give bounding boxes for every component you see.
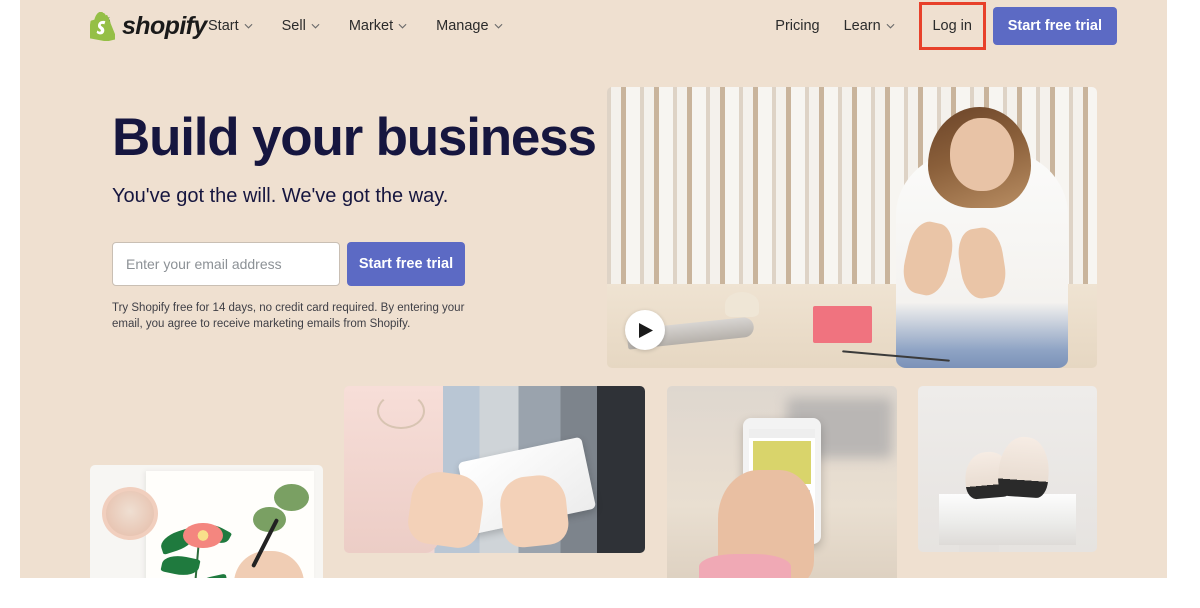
chevron-down-icon — [886, 23, 895, 29]
hero-section: Build your business You've got the will.… — [112, 108, 597, 333]
shopify-logo-link[interactable]: shopify — [90, 9, 207, 43]
chevron-down-icon — [398, 23, 407, 29]
gallery-image-content — [667, 386, 897, 578]
shopify-bag-logo-icon — [90, 11, 115, 41]
hero-video-thumbnail[interactable] — [607, 87, 1097, 368]
nav-item-pricing[interactable]: Pricing — [775, 18, 819, 34]
site-header: shopify Start Sell Market Manage Pricing… — [20, 0, 1167, 52]
nav-item-label: Manage — [436, 18, 489, 34]
browser-viewport: shopify Start Sell Market Manage Pricing… — [0, 0, 1200, 608]
gallery-image-tablet-clothing — [344, 386, 645, 553]
gallery-image-content — [90, 465, 323, 578]
nav-item-learn[interactable]: Learn — [844, 18, 895, 34]
play-button-icon[interactable] — [625, 310, 665, 350]
brand-wordmark: shopify — [122, 11, 207, 40]
page-canvas: shopify Start Sell Market Manage Pricing… — [20, 0, 1167, 578]
hero-video-image — [607, 87, 1097, 368]
nav-item-label: Pricing — [775, 18, 820, 34]
hero-start-free-trial-button[interactable]: Start free trial — [347, 241, 465, 286]
nav-item-market[interactable]: Market — [349, 18, 407, 34]
email-signup-form: Start free trial — [112, 241, 465, 286]
nav-item-label: Sell — [281, 18, 306, 34]
nav-item-label: Market — [348, 18, 394, 34]
nav-item-label: Start — [208, 18, 239, 34]
gallery-image-content — [344, 386, 645, 553]
header-start-free-trial-button[interactable]: Start free trial — [992, 7, 1117, 45]
gallery-image-content — [918, 386, 1097, 552]
login-link[interactable]: Log in — [932, 18, 972, 34]
email-input[interactable] — [112, 241, 340, 286]
gallery-image-sketchbook — [90, 465, 323, 578]
gallery-image-phone-store — [667, 386, 897, 578]
page-title: Build your business — [112, 108, 597, 167]
nav-item-label: Learn — [843, 18, 881, 34]
secondary-navigation: Pricing Learn Log in Start free trial — [775, 0, 1117, 52]
chevron-down-icon — [311, 23, 320, 29]
login-link-container[interactable]: Log in — [918, 2, 986, 50]
gallery-image-shoes — [918, 386, 1097, 552]
chevron-down-icon — [244, 23, 253, 29]
primary-navigation: Start Sell Market Manage — [208, 0, 503, 52]
nav-item-start[interactable]: Start — [208, 18, 253, 34]
hero-subtitle: You've got the will. We've got the way. — [112, 184, 449, 207]
nav-item-manage[interactable]: Manage — [436, 18, 503, 34]
signup-disclaimer: Try Shopify free for 14 days, no credit … — [112, 301, 465, 331]
nav-item-sell[interactable]: Sell — [282, 18, 320, 34]
chevron-down-icon — [494, 23, 503, 29]
